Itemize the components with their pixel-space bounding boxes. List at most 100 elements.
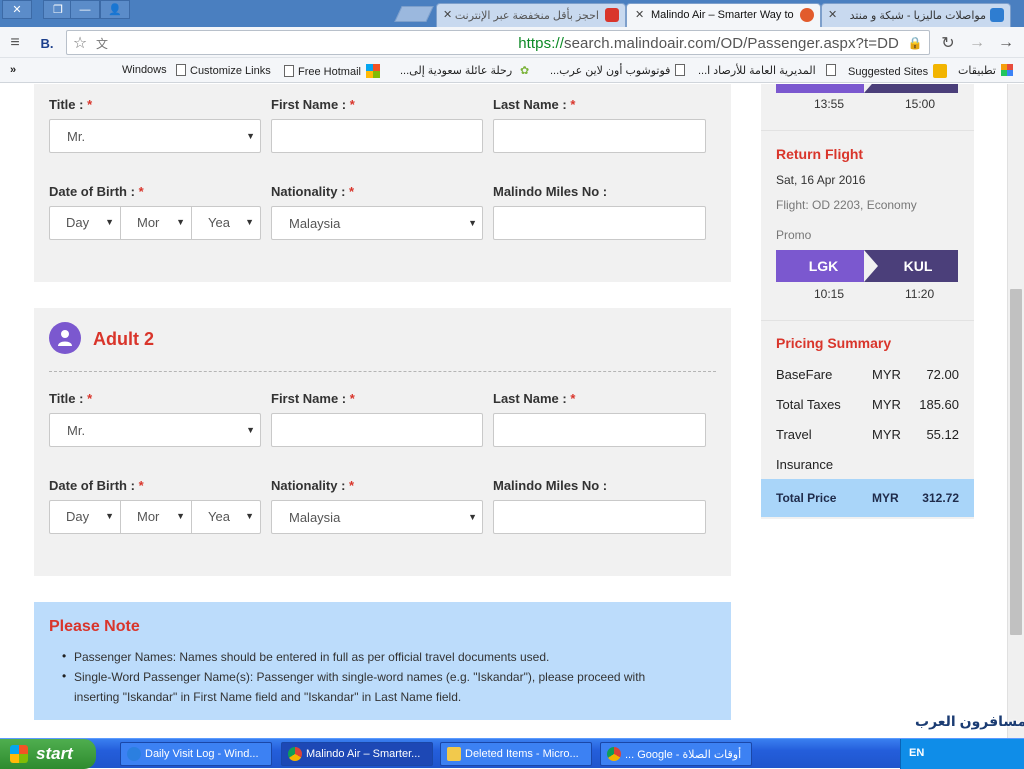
watermark-logo: المسافرون العرب (915, 713, 1024, 729)
taskbar-item-outlook[interactable]: Deleted Items - Micro... (440, 742, 592, 766)
depart-dep-time: 13:55 (814, 97, 845, 111)
taskbar-item-chrome-prayer[interactable]: أوقات الصلاة - Google ... (600, 742, 752, 766)
divider (49, 371, 716, 372)
adult1-dob-day-select[interactable]: Day ▼ (50, 207, 121, 239)
airline-favicon-icon (605, 8, 619, 22)
adult1-first-name-label: First Name : * (271, 97, 355, 112)
adult2-dob-year-select[interactable]: Yea ▼ (192, 501, 260, 533)
note-heading: Please Note (49, 618, 140, 635)
adult2-dob-label: Date of Birth : * (49, 478, 144, 493)
bookmark-apps[interactable]: تطبيقات (958, 64, 1013, 77)
adult2-dob-day-select[interactable]: Day ▼ (50, 501, 121, 533)
adult2-last-name-label: Last Name : * (493, 391, 576, 406)
depart-destination-badge (864, 84, 958, 93)
adult1-nationality-label: Nationality : * (271, 184, 355, 199)
bullet-icon: • (62, 669, 67, 683)
bookmark-suggested-sites[interactable]: Suggested Sites (848, 64, 948, 78)
adult2-title-select[interactable]: Mr. ▼ (49, 413, 261, 447)
depart-origin-badge (776, 84, 885, 93)
bookmarks-overflow-icon[interactable]: » (10, 64, 16, 76)
tab-label: Malindo Air – Smarter Way to (651, 9, 794, 21)
reload-icon[interactable]: ↻ (937, 32, 959, 54)
flight-summary-sidebar: 13:55 15:00 Return Flight Sat, 16 Apr 20… (761, 84, 974, 519)
note-panel: Please Note • Passenger Names: Names sho… (34, 602, 731, 720)
price-row-insurance: Travel MYR 55.12 (776, 427, 959, 442)
total-price-currency: MYR (872, 491, 899, 505)
taskbar-item-ie[interactable]: Daily Visit Log - Wind... (120, 742, 272, 766)
adult1-dob-year-select[interactable]: Yea ▼ (192, 207, 260, 239)
return-dep-time: 10:15 (814, 287, 845, 301)
return-destination-badge: KUL (864, 250, 958, 282)
bookmark-customize-links[interactable]: Customize Links (176, 64, 271, 77)
total-price-amount: 312.72 (922, 491, 959, 505)
window-restore-icon[interactable]: ❐ (43, 0, 73, 19)
chevron-down-icon: ▼ (245, 217, 254, 227)
adult1-nationality-select[interactable]: Malaysia ▼ (271, 206, 483, 240)
back-icon[interactable]: → (995, 32, 1017, 54)
price-row-taxes: Total Taxes MYR 185.60 (776, 397, 959, 412)
tab-forum[interactable]: ✕ مواصلات ماليزيا - شبكة و منتد (821, 3, 1011, 27)
page-icon (284, 65, 294, 77)
tab-booking[interactable]: ✕ احجز بأقل منخفضة عبر الإنترنت (436, 3, 626, 27)
adult2-miles-input[interactable] (493, 500, 706, 534)
translate-icon[interactable]: 文 (91, 32, 113, 54)
return-date: Sat, 16 Apr 2016 (776, 173, 866, 187)
page-scrollbar[interactable] (1007, 84, 1024, 738)
adult1-last-name-input[interactable] (493, 119, 706, 153)
window-close-icon[interactable]: ✕ (2, 0, 32, 19)
extension-b-icon[interactable]: B. (36, 32, 58, 54)
taskbar-item-chrome-malindo[interactable]: Malindo Air – Smarter... (281, 742, 433, 766)
return-flight-heading: Return Flight (776, 146, 864, 162)
adult2-dob-month-select[interactable]: Mor ▼ (121, 501, 192, 533)
note-item: Passenger Names: Names should be entered… (74, 650, 550, 664)
window-minimize-icon[interactable]: — (70, 0, 100, 19)
adult1-miles-input[interactable] (493, 206, 706, 240)
browser-toolbar: ≡ B. ☆ 文 https://search.malindoair.com/O… (0, 27, 1024, 58)
url-text[interactable]: https://search.malindoair.com/OD/Passeng… (518, 35, 899, 52)
tab-close-icon[interactable]: ✕ (828, 8, 837, 21)
forward-icon[interactable]: → (966, 32, 988, 54)
bookmark-family-trip[interactable]: رحلة عائلة سعودية إلى... (400, 64, 512, 77)
adult1-panel: Title : * First Name : * Last Name : * M… (34, 84, 731, 282)
adult2-last-name-input[interactable] (493, 413, 706, 447)
bookmark-free-hotmail[interactable]: Free Hotmail (284, 64, 380, 78)
adult1-first-name-input[interactable] (271, 119, 483, 153)
return-flight-number: Flight: OD 2203, Economy (776, 198, 917, 212)
bookmark-photoshop[interactable]: فوتوشوب أون لاين عرب... (550, 64, 670, 77)
bullet-icon: • (62, 649, 67, 663)
tab-malindo[interactable]: ✕ Malindo Air – Smarter Way to (626, 3, 821, 27)
adult1-dob-month-select[interactable]: Mor ▼ (121, 207, 192, 239)
adult2-nationality-select[interactable]: Malaysia ▼ (271, 500, 483, 534)
bookmark-windows[interactable]: Windows (122, 64, 167, 76)
chevron-down-icon: ▼ (246, 425, 255, 435)
plane-favicon-icon (990, 8, 1004, 22)
start-button[interactable]: start (0, 739, 96, 769)
chevron-down-icon: ▼ (105, 511, 114, 521)
language-indicator[interactable]: EN (909, 747, 924, 759)
adult2-first-name-input[interactable] (271, 413, 483, 447)
adult1-last-name-label: Last Name : * (493, 97, 576, 112)
bookmarks-bar: » Windows Customize Links Free Hotmail ر… (0, 58, 1024, 83)
adult1-title-select[interactable]: Mr. ▼ (49, 119, 261, 153)
adult2-title-label: Title : * (49, 391, 93, 406)
secure-lock-icon[interactable]: 🔒 (904, 32, 926, 54)
adult2-heading: Adult 2 (93, 329, 154, 349)
address-bar[interactable]: ☆ 文 https://search.malindoair.com/OD/Pas… (66, 30, 930, 55)
chevron-down-icon: ▼ (245, 511, 254, 521)
bing-icon (933, 64, 948, 78)
total-price-row: Total Price MYR 312.72 (761, 479, 974, 517)
bookmark-star-icon[interactable]: ☆ (69, 32, 91, 54)
divider (761, 130, 974, 131)
menu-icon[interactable]: ≡ (4, 32, 26, 54)
tab-close-icon[interactable]: ✕ (443, 8, 452, 21)
price-row-basefare: BaseFare MYR 72.00 (776, 367, 959, 382)
profile-icon[interactable]: 👤 (100, 0, 130, 19)
bookmark-meteorology[interactable]: المديرية العامة للأرصاد ا... (698, 64, 816, 77)
adult2-miles-label: Malindo Miles No : (493, 478, 608, 493)
chevron-down-icon: ▼ (176, 511, 185, 521)
scrollbar-thumb[interactable] (1010, 289, 1022, 635)
tab-label: احجز بأقل منخفضة عبر الإنترنت (454, 10, 599, 22)
page-content: Title : * First Name : * Last Name : * M… (0, 84, 1024, 738)
new-tab-button[interactable] (394, 6, 434, 22)
tab-close-icon[interactable]: ✕ (635, 8, 644, 21)
